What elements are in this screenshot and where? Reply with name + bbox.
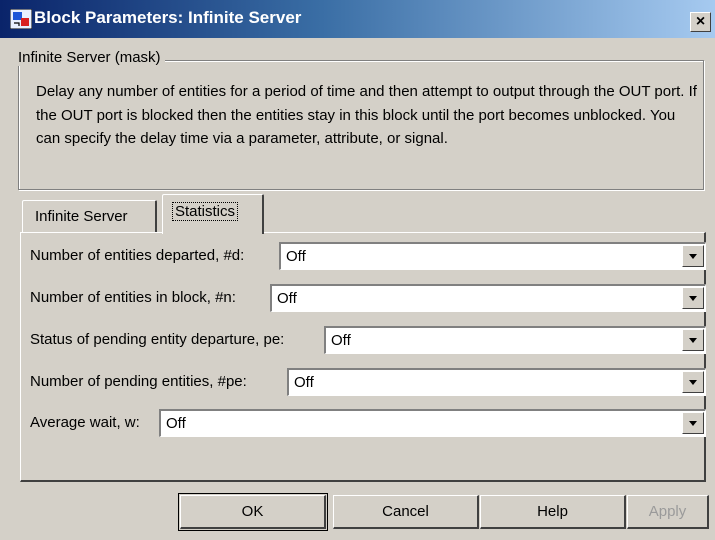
param-label-pending-entities: Number of pending entities, #pe: [30, 373, 247, 390]
param-row-entities-in-block: Number of entities in block, #n: Off [30, 283, 706, 313]
chevron-down-icon[interactable] [682, 245, 704, 267]
param-row-entities-departed: Number of entities departed, #d: Off [30, 241, 706, 271]
param-label-entities-in-block: Number of entities in block, #n: [30, 289, 236, 306]
ok-button[interactable]: OK [178, 493, 328, 531]
block-parameters-dialog: Block Parameters: Infinite Server × Infi… [0, 0, 715, 540]
apply-button[interactable]: Apply [627, 495, 709, 529]
close-button[interactable]: × [690, 12, 711, 32]
chevron-down-icon[interactable] [682, 287, 704, 309]
pending-departure-dropdown[interactable]: Off [324, 326, 706, 354]
simulink-block-icon [9, 8, 33, 30]
tab-infinite-server-label: Infinite Server [35, 208, 128, 225]
entities-in-block-dropdown[interactable]: Off [270, 284, 706, 312]
mask-group-legend: Infinite Server (mask) [14, 49, 165, 66]
title-bar[interactable]: Block Parameters: Infinite Server × [0, 0, 715, 38]
pending-entities-dropdown[interactable]: Off [287, 368, 706, 396]
average-wait-dropdown[interactable]: Off [159, 409, 706, 437]
param-row-pending-entities: Number of pending entities, #pe: Off [30, 367, 706, 397]
tab-infinite-server[interactable]: Infinite Server [22, 200, 157, 233]
mask-description-text: Delay any number of entities for a perio… [36, 83, 697, 147]
param-label-entities-departed: Number of entities departed, #d: [30, 247, 245, 264]
pending-entities-value: Off [294, 374, 314, 391]
param-row-pending-departure: Status of pending entity departure, pe: … [30, 325, 706, 355]
chevron-down-icon[interactable] [682, 329, 704, 351]
tab-statistics-label: Statistics [171, 202, 239, 221]
tab-statistics[interactable]: Statistics [162, 194, 264, 234]
param-row-average-wait: Average wait, w: Off [30, 408, 706, 438]
entities-departed-dropdown[interactable]: Off [279, 242, 706, 270]
cancel-button[interactable]: Cancel [333, 495, 479, 529]
window-title: Block Parameters: Infinite Server [34, 8, 302, 27]
entities-in-block-value: Off [277, 290, 297, 307]
chevron-down-icon[interactable] [682, 371, 704, 393]
average-wait-value: Off [166, 415, 186, 432]
param-label-pending-departure: Status of pending entity departure, pe: [30, 331, 285, 348]
param-label-average-wait: Average wait, w: [30, 414, 140, 431]
help-button[interactable]: Help [480, 495, 626, 529]
pending-departure-value: Off [331, 332, 351, 349]
chevron-down-icon[interactable] [682, 412, 704, 434]
entities-departed-value: Off [286, 248, 306, 265]
